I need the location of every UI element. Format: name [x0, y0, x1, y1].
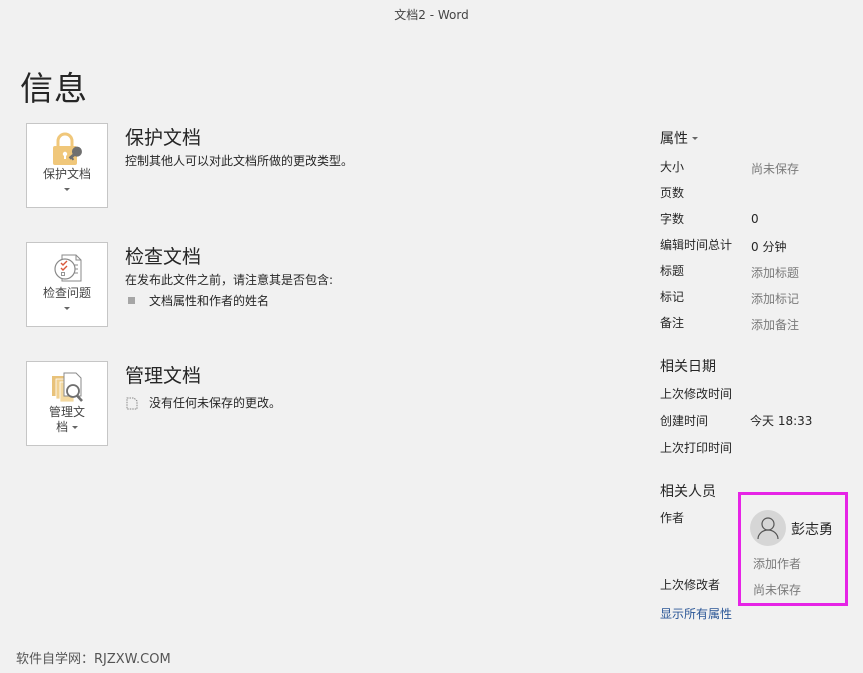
person-icon: [757, 517, 779, 540]
manage-documents-icon: [52, 372, 83, 403]
no-unsaved-changes: 没有任何未保存的更改。: [125, 394, 281, 411]
check-for-issues-label: 检查问题: [42, 286, 91, 300]
add-title-field[interactable]: 添加标题: [751, 264, 799, 281]
properties-header[interactable]: 属性: [660, 128, 860, 148]
manage-document-label-line2: 档: [56, 420, 69, 434]
dropdown-caret-icon: [71, 426, 78, 429]
bullet-item: 文档属性和作者的姓名: [125, 292, 269, 309]
check-for-issues-button[interactable]: 检查问题: [26, 242, 108, 327]
related-people-header: 相关人员: [660, 484, 716, 500]
watermark-text: 软件自学网：RJZXW.COM: [16, 652, 171, 667]
page-title: 信息: [20, 69, 88, 108]
section-title: 保护文档: [125, 127, 202, 149]
section-description: 在发布此文件之前，请注意其是否包含:: [125, 273, 334, 287]
protect-document-button[interactable]: 保护文档: [26, 123, 108, 208]
manage-document-button[interactable]: 管理文 档: [26, 361, 108, 446]
add-tags-field[interactable]: 添加标记: [751, 290, 799, 307]
dropdown-caret-icon: [692, 136, 698, 140]
protect-document-label: 保护文档: [42, 167, 91, 181]
document-versions-icon: [126, 397, 138, 409]
section-title: 检查文档: [125, 246, 202, 268]
lock-key-icon: [53, 132, 82, 165]
show-all-properties-link[interactable]: 显示所有属性: [660, 605, 732, 622]
protect-document-section: 保护文档 保护文档 控制其他人可以对此文档所做的更改类型。: [26, 123, 586, 209]
add-author-field[interactable]: 添加作者: [753, 555, 801, 572]
author-name[interactable]: 彭志勇: [791, 519, 833, 539]
add-comments-field[interactable]: 添加备注: [751, 316, 799, 333]
related-dates-header: 相关日期: [660, 359, 716, 375]
manage-document-label-line1: 管理文: [48, 405, 85, 419]
bullet-square-icon: [128, 297, 135, 304]
dropdown-caret-icon: [64, 307, 70, 310]
author-highlight-box: 彭志勇 添加作者 尚未保存: [738, 492, 848, 606]
inspect-checklist-icon: [54, 254, 82, 282]
section-description: 控制其他人可以对此文档所做的更改类型。: [125, 154, 354, 168]
avatar[interactable]: [750, 510, 786, 546]
section-title: 管理文档: [125, 365, 202, 387]
inspect-document-section: 检查问题 检查文档 在发布此文件之前，请注意其是否包含: 文档属性和作者的姓名: [26, 242, 586, 328]
manage-document-section: 管理文 档 管理文档 没有任何未保存的更改。: [26, 361, 586, 447]
window-title: 文档2 - Word: [394, 8, 469, 22]
dropdown-caret-icon: [64, 188, 70, 191]
last-modified-by-value: 尚未保存: [753, 583, 802, 597]
